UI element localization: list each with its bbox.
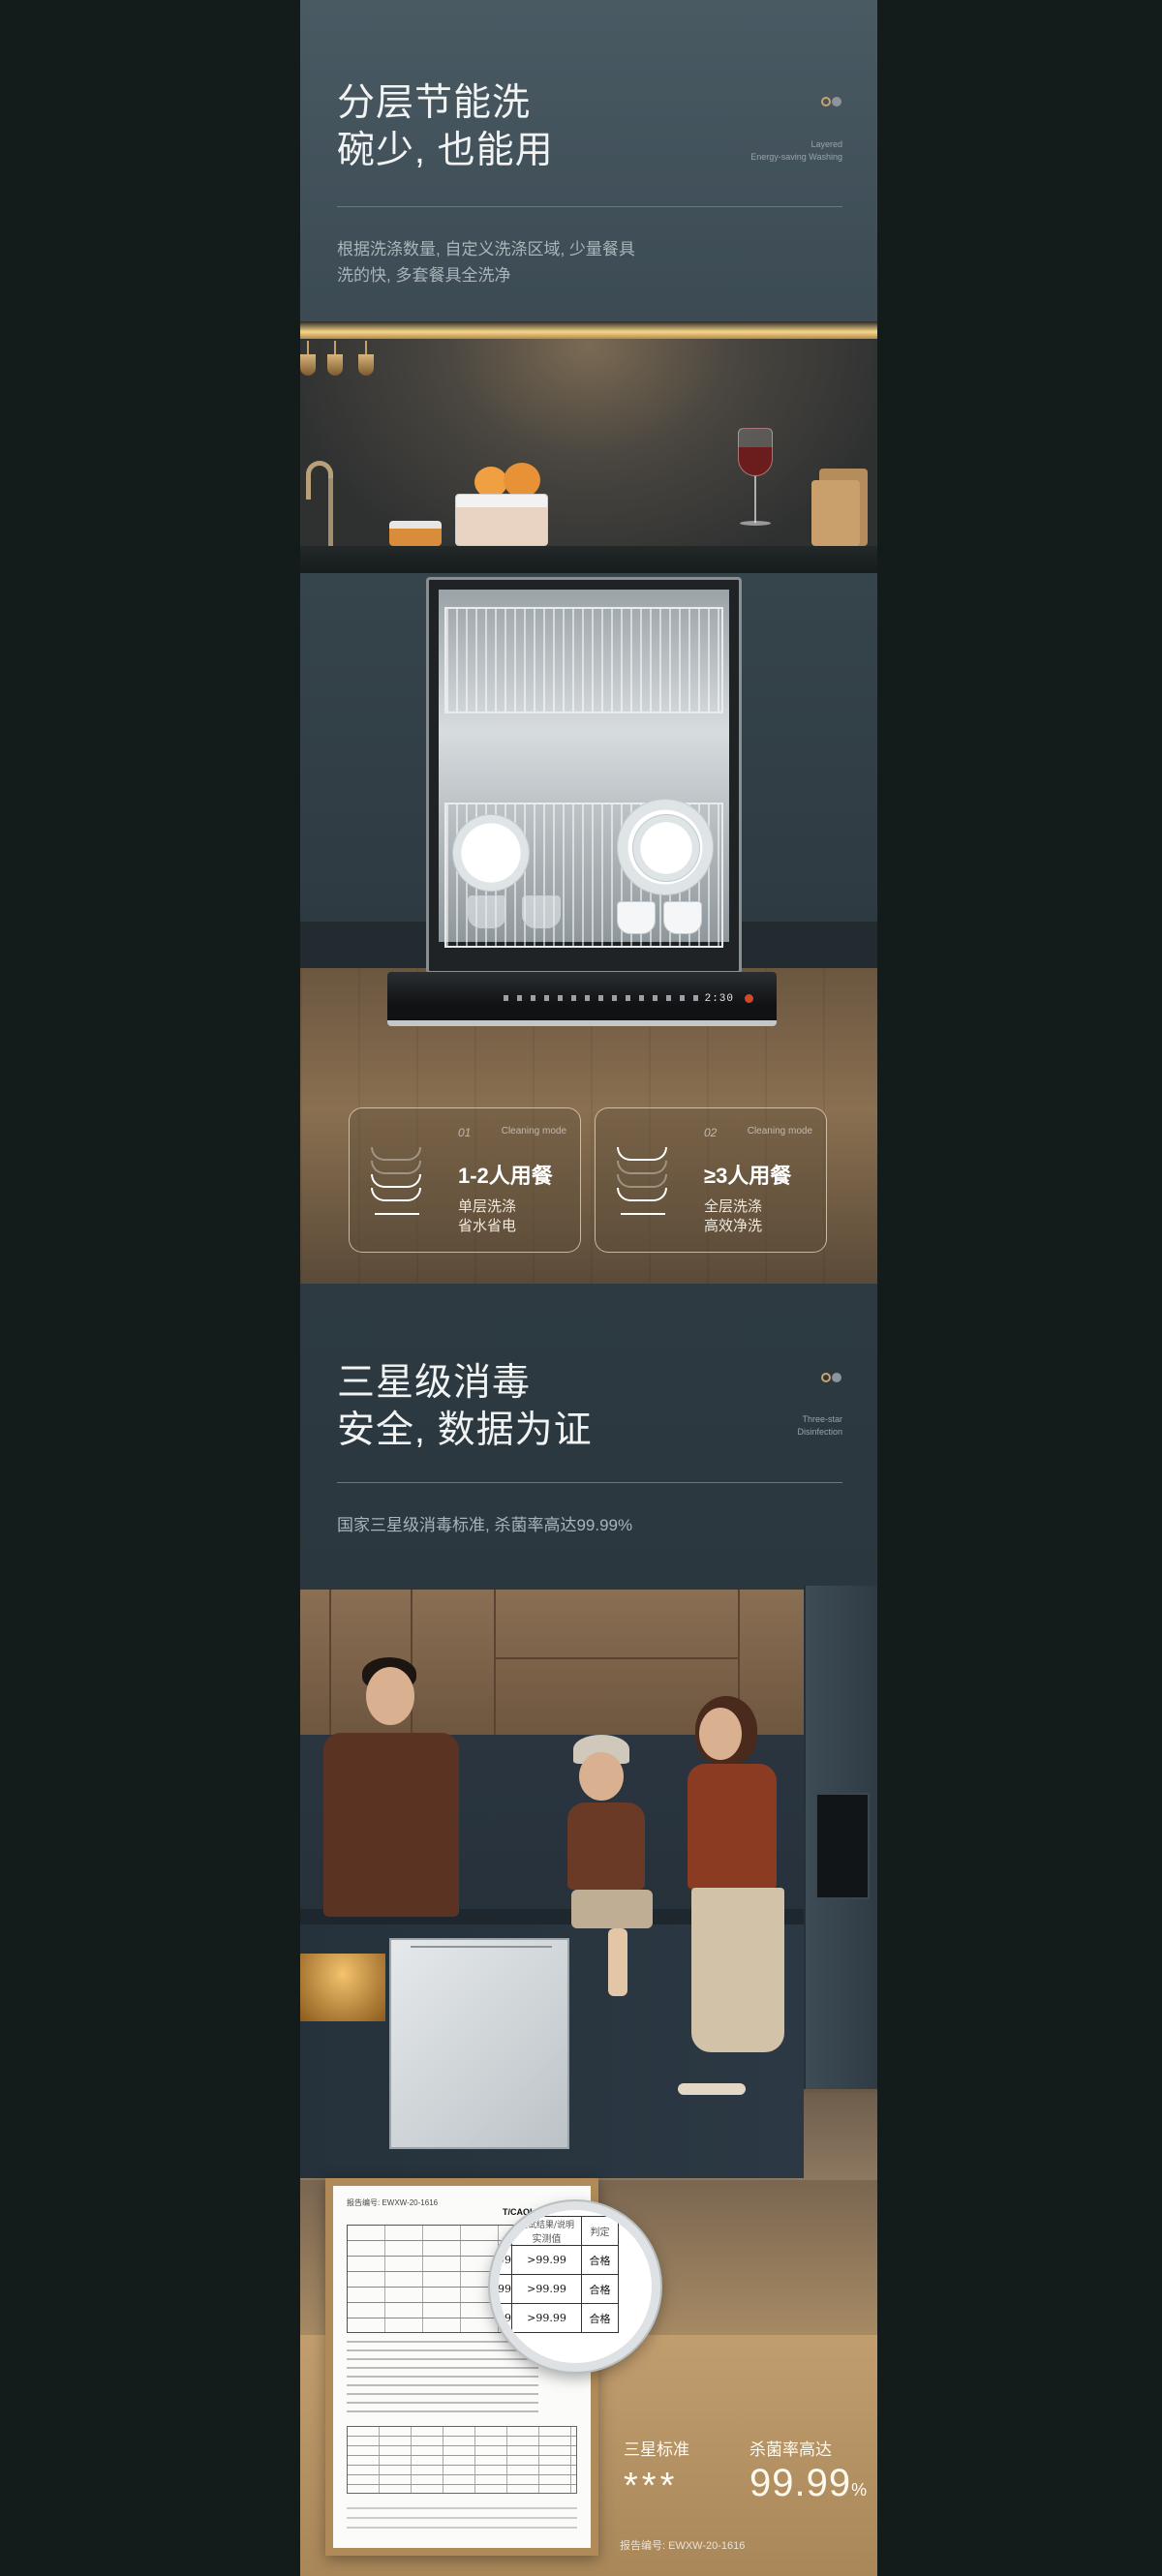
mode-description: 单层洗涤 省水省电 [458,1197,516,1236]
family-kitchen-scene [300,1586,877,2180]
mode-description: 全层洗涤 高效净洗 [704,1197,762,1236]
cup [663,901,702,934]
kitchen-shelf-scene [300,321,877,573]
certificate-section: 报告编号: EWXW-20-1616 T/CAQI 106-2020 测试结果/… [300,2178,877,2576]
dishwasher-interior [439,590,729,948]
verdict: 合格 [581,2303,619,2333]
report-number: 报告编号: EWXW-20-1616 [620,2540,746,2552]
faucet-icon [300,461,339,546]
dishwasher-control-panel: 2:30 [387,972,777,1026]
mode-number: 01 [458,1126,472,1139]
upper-rack [444,607,723,713]
food-container [455,494,548,546]
mode-title: 1-2人用餐 [458,1164,553,1188]
plate [452,814,530,892]
panel-display: 2:30 [704,993,734,1005]
percent-unit: % [851,2480,868,2500]
cutting-boards [811,469,870,546]
mode-label: Cleaning mode [501,1126,566,1136]
section1-description: 根据洗涤数量, 自定义洗涤区域, 少量餐具 洗的快, 多套餐具全洗净 [337,236,635,288]
star-rating-icon: *** [624,2466,679,2506]
orange-fruit [504,463,540,498]
sterilization-rate-value: 99.99 [749,2462,852,2504]
section2-en-line1: Three-star [802,1414,842,1424]
layered-washing-header: 分层节能洗 碗少, 也能用 Layered Energy-saving Wash… [300,0,877,321]
verdict: 合格 [581,2274,619,2304]
dishwasher-body [426,577,742,974]
divider [337,206,842,207]
hanging-glass-icon [358,341,374,379]
result-value: >99.99 [511,2274,582,2304]
stacked-bowls-icon [617,1147,667,1201]
hanging-glass-icon [327,341,343,379]
section1-title-line1: 分层节能洗 [337,82,532,124]
magnifier-lens: 测试结果/说明 实测值 判定 99 >99.99 合格 99 >99.99 合格… [490,2201,660,2372]
report-notes [347,2341,538,2418]
col-header-verdict: 判定 [581,2216,619,2246]
section1-desc-line1: 根据洗涤数量, 自定义洗涤区域, 少量餐具 [337,240,635,258]
mode-desc-line1: 全层洗涤 [704,1198,763,1215]
report-footer [347,2507,577,2536]
mode-card-2: 02 Cleaning mode ≥3人用餐 全层洗涤 高效净洗 [595,1107,827,1253]
section1-desc-line2: 洗的快, 多套餐具全洗净 [337,266,511,285]
mode-desc-line2: 省水省电 [458,1218,517,1234]
built-in-oven [815,1793,870,1899]
girl-figure [554,1735,660,2006]
plate [632,814,700,882]
section2-title-line1: 三星级消毒 [337,1362,532,1404]
mode-number: 02 [704,1126,718,1139]
lit-niche [300,1954,385,2021]
result-value: >99.99 [511,2303,582,2333]
hanging-glass-icon [300,341,316,379]
woman-figure [649,1696,804,2103]
divider [337,1482,842,1483]
verdict: 合格 [581,2245,619,2275]
star-standard-label: 三星标准 [624,2440,689,2459]
dots-icon [821,1373,842,1382]
stacked-bowls-icon [371,1147,421,1201]
mode-title: ≥3人用餐 [704,1164,792,1188]
mode-label: Cleaning mode [747,1126,812,1136]
led-light-strip [300,321,877,339]
underline [621,1213,665,1215]
sterilization-rate-label: 杀菌率高达 [749,2440,832,2459]
product-detail-column: 分层节能洗 碗少, 也能用 Layered Energy-saving Wash… [300,0,877,2576]
disinfection-header: 三星级消毒 安全, 数据为证 Three-star Disinfection 国… [300,1284,877,1590]
dishwasher-scene: 2:30 01 Cleaning mode 1-2人用餐 单层洗涤 省水省电 0… [300,573,877,1284]
section2-english-subtitle: Three-star Disinfection [797,1413,842,1439]
section1-en-line1: Layered [810,139,842,149]
mode-card-1: 01 Cleaning mode 1-2人用餐 单层洗涤 省水省电 [349,1107,581,1253]
section1-en-line2: Energy-saving Washing [750,152,842,162]
built-in-dishwasher [389,1938,569,2149]
magnified-table: 测试结果/说明 实测值 判定 99 >99.99 合格 99 >99.99 合格… [499,2216,619,2333]
dots-icon [821,97,842,106]
mode-desc-line1: 单层洗涤 [458,1198,517,1215]
col-header-result: 测试结果/说明 实测值 [511,2216,582,2246]
power-indicator-icon[interactable] [745,994,753,1003]
section1-english-subtitle: Layered Energy-saving Washing [750,138,842,164]
panel-buttons[interactable] [504,995,707,1001]
food-container [389,521,442,546]
mode-desc-line2: 高效净洗 [704,1218,763,1234]
report-table-2 [347,2426,577,2494]
sterilization-rate-stat: 杀菌率高达 99.99% [749,2436,867,2505]
cup [617,901,656,934]
section2-description: 国家三星级消毒标准, 杀菌率高达99.99% [337,1516,633,1534]
glass-cup [468,895,506,928]
man-figure [310,1657,474,1919]
section1-title-line2: 碗少, 也能用 [337,130,554,171]
section2-en-line2: Disinfection [797,1427,842,1437]
section2-title-line2: 安全, 数据为证 [337,1409,593,1451]
star-standard-stat: 三星标准 *** [624,2436,689,2507]
underline [375,1213,419,1215]
result-value: >99.99 [511,2245,582,2275]
glass-cup [522,895,561,928]
shelf-board [300,546,877,573]
wine-glass-icon [732,428,780,546]
